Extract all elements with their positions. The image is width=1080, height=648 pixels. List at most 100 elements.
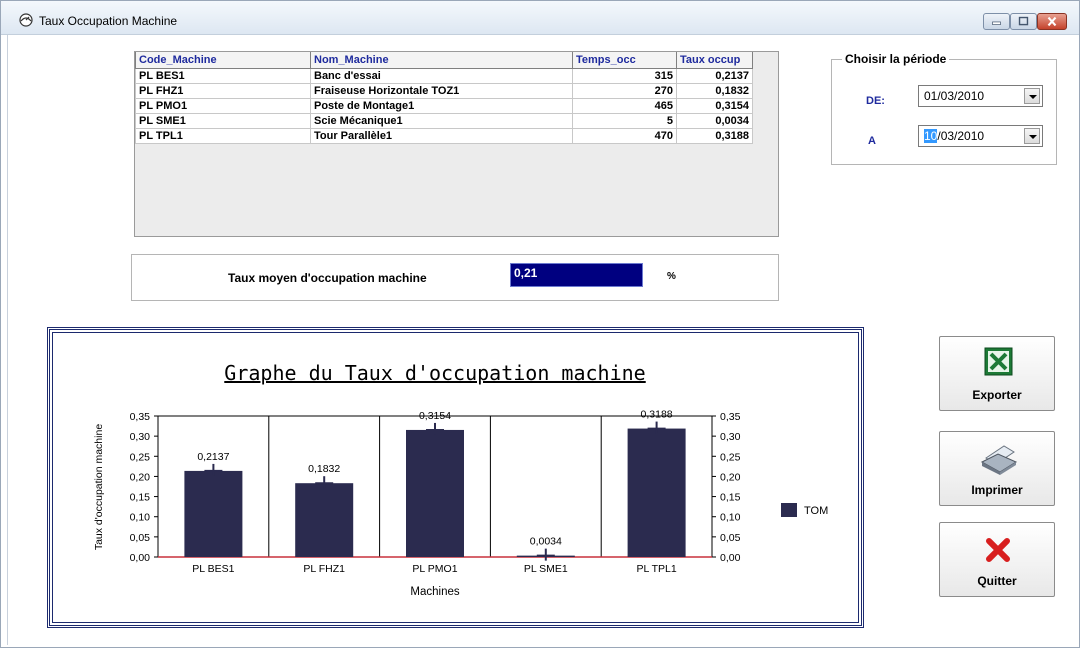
y-tick-label-left: 0,15 (130, 492, 151, 504)
cell-time: 465 (572, 97, 677, 114)
x-tick-label: PL PMO1 (412, 563, 457, 575)
data-label: 0,0034 (530, 536, 562, 548)
cell-code: PL SME1 (135, 112, 311, 129)
bar-pl-tpl1 (627, 428, 686, 557)
from-label: DE: (866, 95, 885, 107)
average-value-field[interactable]: 0,21 (510, 263, 643, 287)
maximize-button[interactable] (1010, 13, 1037, 30)
table-header-row: Code_Machine Nom_Machine Temps_occ Taux … (135, 52, 753, 69)
cell-time: 470 (572, 127, 677, 144)
cell-name: Fraiseuse Horizontale TOZ1 (310, 82, 573, 99)
occupation-chart: Graphe du Taux d'occupation machine 0,00 0… (93, 361, 828, 598)
bar-pl-pmo1 (406, 429, 464, 557)
chevron-down-icon[interactable] (1024, 128, 1040, 144)
to-date-value: 10/03/2010 (924, 129, 984, 143)
average-unit: % (667, 271, 676, 282)
chart-title: Graphe du Taux d'occupation machine (224, 361, 645, 385)
period-title: Choisir la période (842, 52, 950, 66)
y-tick-label-right: 0,20 (720, 471, 741, 483)
export-label: Exporter (972, 388, 1022, 402)
bar-pl-fhz1 (295, 483, 354, 557)
app-icon (19, 13, 33, 27)
y-tick-label-right: 0,15 (720, 492, 741, 504)
column-header-rate[interactable]: Taux occup (676, 52, 753, 69)
frame-border (7, 35, 8, 645)
y-tick-label-left: 0,25 (130, 451, 151, 463)
close-button[interactable] (1037, 13, 1067, 30)
cell-name: Banc d'essai (310, 67, 573, 84)
chevron-down-icon[interactable] (1024, 88, 1040, 104)
y-tick-label-left: 0,00 (130, 552, 151, 564)
y-tick-label-right: 0,30 (720, 431, 741, 443)
export-button[interactable]: Exporter (939, 336, 1055, 411)
y-tick-label-left: 0,30 (130, 431, 151, 443)
from-date-picker[interactable]: 01/03/2010 (918, 85, 1043, 107)
cell-time: 270 (572, 82, 677, 99)
maximize-icon (1018, 16, 1029, 26)
y-tick-label-right: 0,10 (720, 512, 741, 524)
minimize-button[interactable] (983, 13, 1010, 30)
bar-pl-bes1 (184, 470, 243, 557)
y-tick-label-right: 0,25 (720, 451, 741, 463)
to-date-rest: /03/2010 (937, 129, 985, 143)
cell-rate: 0,2137 (676, 67, 753, 84)
y-tick-label-left: 0,20 (130, 471, 151, 483)
y-tick-label-right: 0,05 (720, 532, 741, 544)
table-row[interactable]: PL BES1 Banc d'essai 315 0,2137 (135, 67, 753, 84)
table-row[interactable]: PL PMO1 Poste de Montage1 465 0,3154 (135, 97, 753, 114)
y-tick-label-left: 0,10 (130, 512, 151, 524)
cell-code: PL FHZ1 (135, 82, 311, 99)
window-controls (983, 13, 1067, 30)
excel-icon (984, 347, 1013, 376)
table-row[interactable]: PL SME1 Scie Mécanique1 5 0,0034 (135, 112, 753, 129)
y-tick-label-left: 0,35 (130, 411, 151, 423)
table-row[interactable]: PL FHZ1 Fraiseuse Horizontale TOZ1 270 0… (135, 82, 753, 99)
title-bar[interactable]: Taux Occupation Machine (1, 1, 1079, 35)
cell-name: Scie Mécanique1 (310, 112, 573, 129)
period-group: Choisir la période DE: 01/03/2010 A 10/0… (831, 52, 1057, 165)
cell-name: Poste de Montage1 (310, 97, 573, 114)
average-panel: Taux moyen d'occupation machine 0,21 % (131, 254, 779, 301)
machine-table: Code_Machine Nom_Machine Temps_occ Taux … (135, 52, 753, 144)
cell-code: PL BES1 (135, 67, 311, 84)
print-label: Imprimer (971, 483, 1023, 497)
table-row[interactable]: PL TPL1 Tour Parallèle1 470 0,3188 (135, 127, 753, 144)
window-title: Taux Occupation Machine (39, 14, 178, 28)
cell-rate: 0,3188 (676, 127, 753, 144)
column-header-time[interactable]: Temps_occ (572, 52, 677, 69)
quit-label: Quitter (977, 574, 1017, 588)
y-axis-label: Taux d'occupation machine (93, 424, 105, 550)
x-tick-label: PL BES1 (192, 563, 234, 575)
cell-code: PL TPL1 (135, 127, 311, 144)
cell-code: PL PMO1 (135, 97, 311, 114)
chart-panel: Graphe du Taux d'occupation machine 0,00 0… (47, 327, 864, 628)
legend-label: TOM (804, 505, 828, 517)
cell-time: 315 (572, 67, 677, 84)
column-header-name[interactable]: Nom_Machine (310, 52, 573, 69)
cell-rate: 0,0034 (676, 112, 753, 129)
to-label: A (868, 135, 876, 147)
legend-swatch (781, 503, 797, 517)
x-axis-label: Machines (410, 586, 459, 598)
print-button[interactable]: Imprimer (939, 431, 1055, 506)
machine-grid[interactable]: Code_Machine Nom_Machine Temps_occ Taux … (134, 51, 779, 237)
column-header-code[interactable]: Code_Machine (135, 52, 311, 69)
cell-rate: 0,3154 (676, 97, 753, 114)
x-tick-label: PL TPL1 (636, 563, 676, 575)
cell-name: Tour Parallèle1 (310, 127, 573, 144)
to-date-selected-part: 10 (924, 129, 938, 143)
close-icon (986, 538, 1010, 562)
x-tick-label: PL SME1 (524, 563, 568, 575)
close-icon (1047, 16, 1057, 27)
data-label: 0,2137 (197, 451, 229, 463)
y-tick-label-right: 0,35 (720, 411, 741, 423)
to-date-picker[interactable]: 10/03/2010 (918, 125, 1043, 147)
quit-button[interactable]: Quitter (939, 522, 1055, 597)
printer-icon (980, 445, 1018, 475)
cell-time: 5 (572, 112, 677, 129)
minimize-icon (992, 21, 1001, 25)
from-date-value: 01/03/2010 (924, 89, 985, 103)
x-tick-label: PL FHZ1 (303, 563, 345, 575)
cell-rate: 0,1832 (676, 82, 753, 99)
main-window: Taux Occupation Machine Code_Machine Nom… (0, 0, 1080, 648)
